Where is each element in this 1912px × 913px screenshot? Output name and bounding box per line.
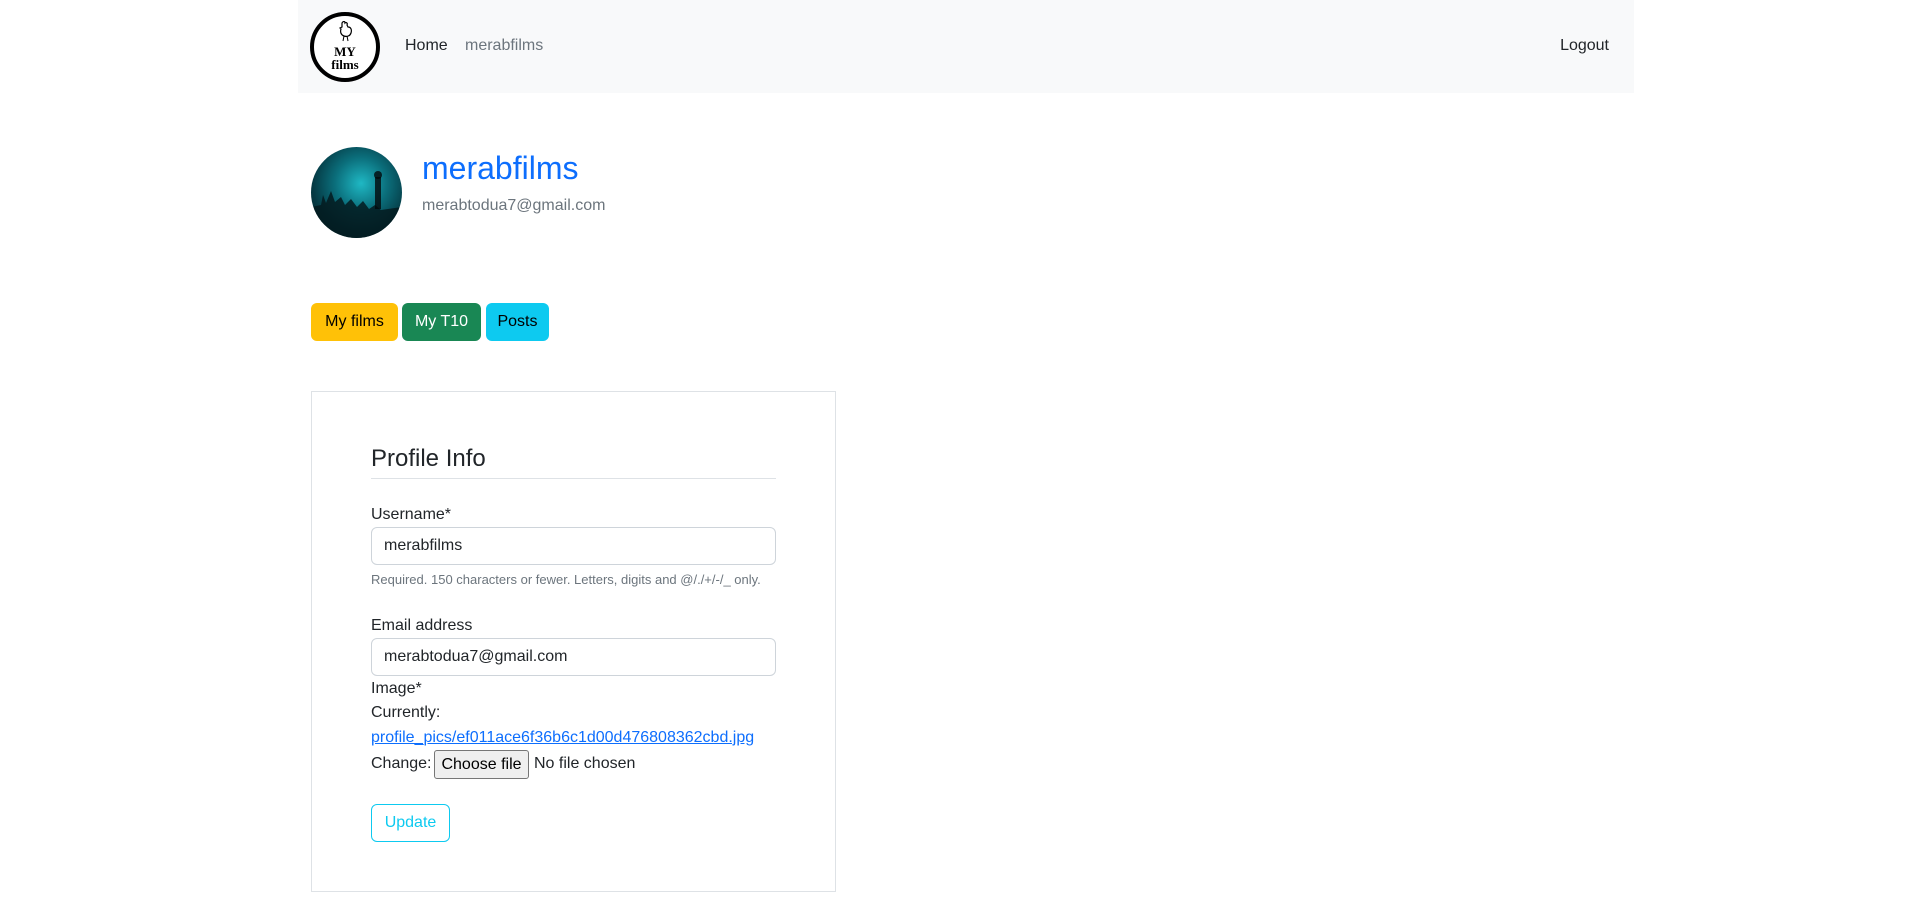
- rooster-icon: [338, 21, 352, 42]
- update-button[interactable]: Update: [371, 804, 450, 842]
- nav-username-link[interactable]: merabfilms: [465, 36, 543, 56]
- posts-button[interactable]: Posts: [486, 303, 549, 341]
- profile-form-card: Profile Info Username* Required. 150 cha…: [311, 391, 836, 892]
- username-input[interactable]: [371, 527, 776, 565]
- profile-email: merabtodua7@gmail.com: [422, 197, 606, 214]
- currently-label: Currently:: [371, 704, 441, 721]
- navbar: MY films Home merabfilms Logout: [298, 0, 1634, 93]
- my-t10-button[interactable]: My T10: [402, 303, 481, 341]
- no-file-chosen-text: No file chosen: [534, 755, 636, 772]
- my-films-button[interactable]: My films: [311, 303, 398, 341]
- site-logo[interactable]: MY films: [310, 12, 380, 82]
- profile-name: merabfilms: [422, 150, 579, 186]
- email-input[interactable]: [371, 638, 776, 676]
- choose-file-button[interactable]: Choose file: [434, 750, 529, 779]
- logo-text-films: films: [331, 57, 359, 72]
- profile-avatar: [311, 147, 402, 238]
- email-label: Email address: [371, 617, 473, 634]
- username-label: Username*: [371, 506, 452, 523]
- nav-logout-link[interactable]: Logout: [1560, 36, 1609, 56]
- current-image-link[interactable]: profile_pics/ef011ace6f36b6c1d00d4768083…: [371, 728, 754, 748]
- username-help-text: Required. 150 characters or fewer. Lette…: [371, 572, 761, 587]
- change-label: Change:: [371, 755, 432, 772]
- image-label: Image*: [371, 680, 422, 697]
- form-legend: Profile Info: [371, 444, 776, 479]
- nav-home-link[interactable]: Home: [405, 36, 448, 56]
